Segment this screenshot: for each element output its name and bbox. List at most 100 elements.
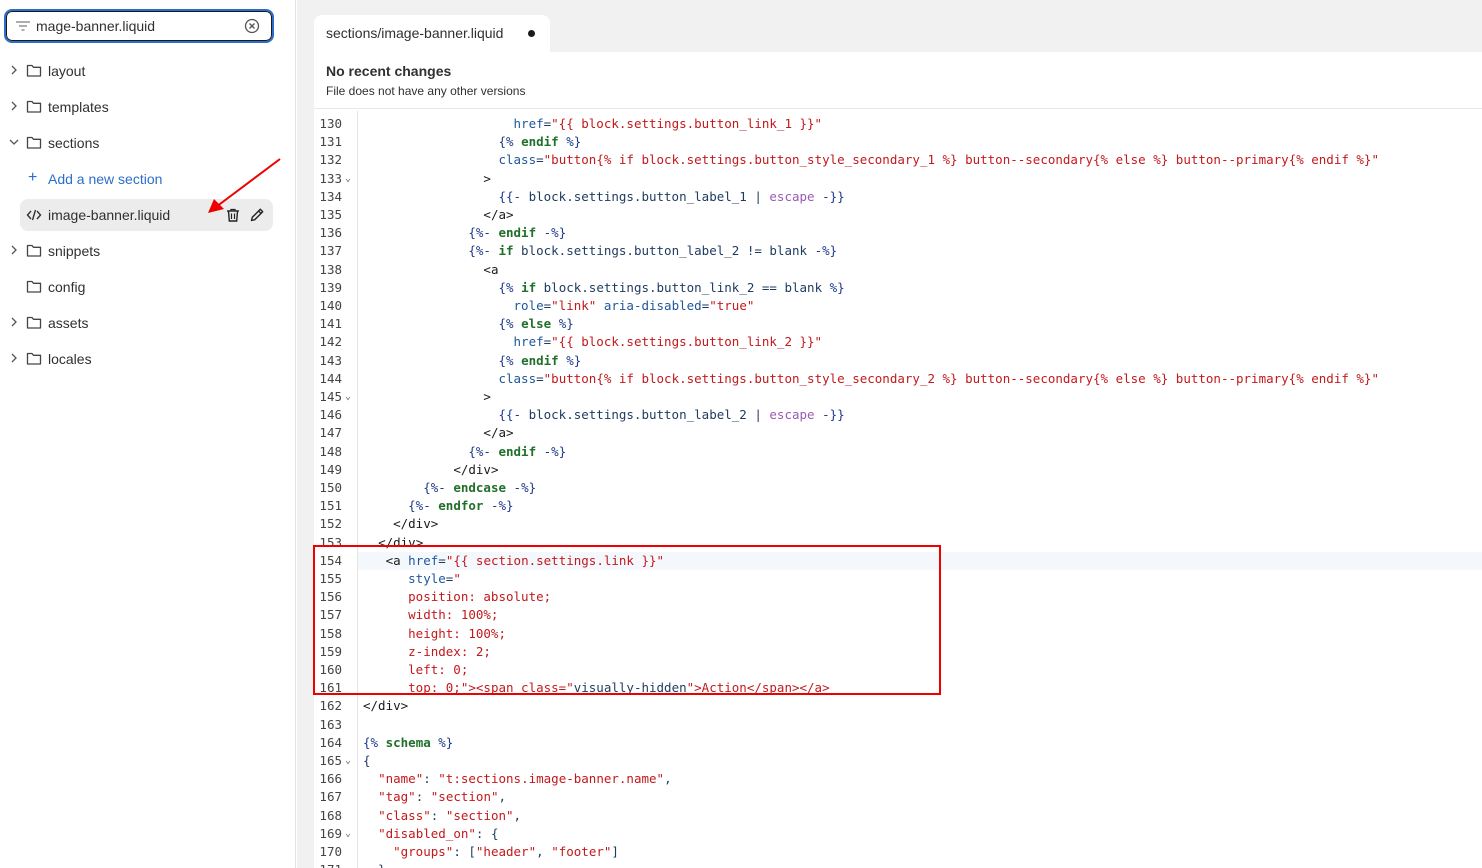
code-line[interactable]: 131 {% endif %} [314, 133, 1482, 151]
code-line[interactable]: 142 href="{{ block.settings.button_link_… [314, 333, 1482, 351]
trash-icon[interactable] [225, 207, 241, 223]
code-line[interactable]: 158 height: 100%; [314, 625, 1482, 643]
add-new-section-link[interactable]: + Add a new section [0, 161, 296, 197]
line-number: 170 [319, 844, 342, 859]
code-line[interactable]: 168 "class": "section", [314, 807, 1482, 825]
chevron-right-icon[interactable] [8, 100, 20, 112]
code-line[interactable]: 147 </a> [314, 424, 1482, 442]
code-line[interactable]: 153 </div> [314, 534, 1482, 552]
line-number: 160 [319, 662, 342, 677]
code-line[interactable]: 170 "groups": ["header", "footer"] [314, 843, 1482, 861]
line-number: 136 [319, 225, 342, 241]
code-line[interactable]: 150 {%- endcase -%} [314, 479, 1482, 497]
line-text: </div> [453, 461, 499, 477]
chevron-down-icon[interactable] [8, 136, 20, 148]
code-line[interactable]: 146 {{- block.settings.button_label_2 | … [314, 406, 1482, 424]
line-text: "groups": ["header", "footer"] [393, 844, 619, 859]
code-line[interactable]: 143 {% endif %} [314, 352, 1482, 370]
chevron-right-icon[interactable] [8, 244, 20, 256]
line-text: class="button{% if block.settings.button… [498, 152, 1379, 168]
code-line[interactable]: 134 {{- block.settings.button_label_1 | … [314, 188, 1482, 206]
tree-file-label: image-banner.liquid [48, 207, 171, 223]
code-line[interactable]: 171 }, [314, 861, 1482, 868]
code-line[interactable]: 130 href="{{ block.settings.button_link_… [314, 115, 1482, 133]
code-line[interactable]: 152 </div> [314, 515, 1482, 533]
code-line[interactable]: 138 <a [314, 261, 1482, 279]
code-line[interactable]: 160 left: 0; [314, 661, 1482, 679]
line-number: 131 [319, 134, 342, 150]
code-line[interactable]: 135 </a> [314, 206, 1482, 224]
line-number: 168 [319, 807, 342, 823]
line-text: position: absolute; [363, 589, 552, 605]
tree-folder-config[interactable]: config [0, 269, 296, 305]
version-info: No recent changes File does not have any… [326, 63, 525, 98]
line-number: 155 [319, 571, 342, 586]
tab-label: sections/image-banner.liquid [326, 25, 503, 41]
line-text: href="{{ block.settings.button_link_2 }}… [513, 334, 823, 350]
line-text: > [483, 170, 491, 186]
line-text: {%- endif -%} [468, 443, 567, 459]
line-text: </a> [483, 425, 514, 441]
code-line[interactable]: 157 width: 100%; [314, 606, 1482, 624]
code-line[interactable]: 144 class="button{% if block.settings.bu… [314, 370, 1482, 388]
code-line[interactable]: 149 </div> [314, 461, 1482, 479]
code-line[interactable]: 161 top: 0;"><span class="visually-hidde… [314, 679, 1482, 697]
code-line[interactable]: 136 {%- endif -%} [314, 224, 1482, 242]
line-text: href="{{ block.settings.button_link_1 }}… [513, 116, 823, 131]
chevron-right-icon[interactable] [8, 64, 20, 76]
code-line[interactable]: 145 ⌄ > [314, 388, 1482, 406]
code-line[interactable]: 151 {%- endfor -%} [314, 497, 1482, 515]
line-number: 144 [319, 370, 342, 386]
line-text: {{- block.settings.button_label_2 | esca… [498, 407, 845, 423]
code-line[interactable]: 156 position: absolute; [314, 588, 1482, 606]
search-input[interactable] [36, 15, 236, 37]
code-line[interactable]: 154 <a href="{{ section.settings.link }}… [314, 551, 1482, 570]
code-line[interactable]: 159 z-index: 2; [314, 643, 1482, 661]
tree-folder-snippets[interactable]: snippets [0, 233, 296, 269]
pencil-icon[interactable] [249, 207, 265, 223]
code-line[interactable]: 132 class="button{% if block.settings.bu… [314, 151, 1482, 169]
code-line[interactable]: 139 {% if block.settings.button_link_2 =… [314, 279, 1482, 297]
tree-file-image-banner[interactable]: image-banner.liquid [20, 199, 273, 231]
code-line[interactable]: 167 "tag": "section", [314, 788, 1482, 806]
tree-folder-sections[interactable]: sections [0, 125, 296, 161]
code-line[interactable]: 140 role="link" aria-disabled="true" [314, 297, 1482, 315]
tree-folder-label: snippets [48, 243, 101, 259]
tree-folder-layout[interactable]: layout [0, 53, 296, 89]
code-line[interactable]: 148 {%- endif -%} [314, 443, 1482, 461]
code-line[interactable]: 169 ⌄ "disabled_on": { [314, 825, 1482, 843]
tree-folder-locales[interactable]: locales [0, 341, 296, 377]
fold-chevron-icon[interactable]: ⌄ [345, 170, 351, 188]
code-line[interactable]: 164 {% schema %} [314, 734, 1482, 752]
code-editor[interactable]: 130 href="{{ block.settings.button_link_… [314, 111, 1482, 868]
add-new-section-label[interactable]: Add a new section [48, 171, 162, 187]
line-text: {%- if block.settings.button_label_2 != … [468, 243, 838, 259]
code-line[interactable]: 137 {%- if block.settings.button_label_2… [314, 242, 1482, 260]
code-line[interactable]: 163 [314, 716, 1482, 734]
chevron-right-icon[interactable] [8, 352, 20, 364]
chevron-right-icon[interactable] [8, 316, 20, 328]
tree-folder-assets[interactable]: assets [0, 305, 296, 341]
unsaved-dot-icon[interactable] [528, 30, 535, 37]
code-line[interactable]: 166 "name": "t:sections.image-banner.nam… [314, 770, 1482, 788]
code-line[interactable]: 155 style=" [314, 570, 1482, 588]
line-text: {%- endfor -%} [408, 498, 514, 514]
tree-folder-templates[interactable]: templates [0, 89, 296, 125]
line-number: 164 [319, 734, 342, 750]
line-number: 140 [319, 298, 342, 313]
fold-chevron-icon[interactable]: ⌄ [345, 388, 351, 406]
line-text: {%- endcase -%} [423, 480, 537, 495]
file-search-box[interactable] [4, 9, 274, 43]
code-line[interactable]: 141 {% else %} [314, 315, 1482, 333]
line-number: 143 [319, 352, 342, 368]
fold-chevron-icon[interactable]: ⌄ [345, 752, 351, 770]
editor-panel: No recent changes File does not have any… [314, 52, 1482, 868]
fold-chevron-icon[interactable]: ⌄ [345, 825, 351, 843]
code-line[interactable]: 162 </div> [314, 697, 1482, 715]
editor-tab-image-banner[interactable]: sections/image-banner.liquid [314, 15, 550, 52]
code-line[interactable]: 133 ⌄ > [314, 170, 1482, 188]
clear-search-icon[interactable] [244, 18, 260, 34]
editor-area: sections/image-banner.liquid No recent c… [297, 0, 1482, 868]
code-line[interactable]: 165 ⌄ { [314, 752, 1482, 770]
line-text: {{- block.settings.button_label_1 | esca… [498, 188, 845, 204]
